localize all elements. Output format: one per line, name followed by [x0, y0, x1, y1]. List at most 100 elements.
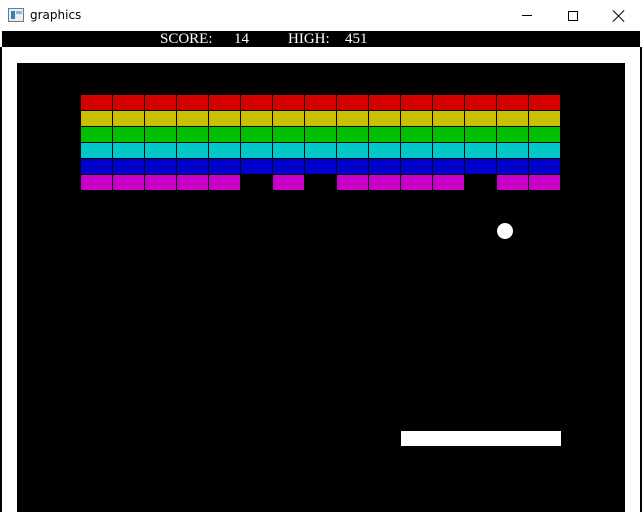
- close-icon: [613, 10, 625, 22]
- brick: [401, 143, 432, 158]
- brick: [497, 127, 528, 142]
- left-border: [0, 47, 2, 512]
- brick: [337, 127, 368, 142]
- brick: [209, 111, 240, 126]
- paddle[interactable]: [401, 431, 561, 446]
- brick: [465, 127, 496, 142]
- brick: [401, 95, 432, 110]
- brick: [497, 95, 528, 110]
- brick: [81, 95, 112, 110]
- brick: [497, 111, 528, 126]
- brick: [241, 95, 272, 110]
- brick: [113, 127, 144, 142]
- brick: [113, 111, 144, 126]
- ball: [497, 223, 513, 239]
- brick: [529, 111, 560, 126]
- brick: [305, 95, 336, 110]
- brick: [529, 95, 560, 110]
- brick: [209, 143, 240, 158]
- brick: [465, 111, 496, 126]
- brick: [337, 159, 368, 174]
- close-button[interactable]: [596, 0, 642, 31]
- brick: [401, 175, 432, 190]
- brick: [81, 127, 112, 142]
- brick: [81, 175, 112, 190]
- minimize-button[interactable]: [504, 0, 550, 31]
- brick: [465, 143, 496, 158]
- brick: [177, 175, 208, 190]
- maximize-icon: [568, 10, 578, 21]
- brick: [273, 127, 304, 142]
- brick: [209, 175, 240, 190]
- title-bar[interactable]: graphics: [0, 0, 642, 31]
- brick: [369, 95, 400, 110]
- brick: [337, 95, 368, 110]
- brick: [433, 111, 464, 126]
- brick: [497, 159, 528, 174]
- brick: [273, 111, 304, 126]
- brick: [177, 127, 208, 142]
- brick: [81, 111, 112, 126]
- game-playfield[interactable]: [17, 63, 625, 512]
- brick: [401, 127, 432, 142]
- maximize-button[interactable]: [550, 0, 596, 31]
- brick: [81, 159, 112, 174]
- brick: [145, 127, 176, 142]
- brick: [401, 111, 432, 126]
- brick: [241, 111, 272, 126]
- brick: [433, 175, 464, 190]
- brick: [273, 175, 304, 190]
- brick: [433, 95, 464, 110]
- brick: [305, 111, 336, 126]
- brick: [305, 143, 336, 158]
- brick: [145, 95, 176, 110]
- brick: [145, 143, 176, 158]
- brick: [433, 159, 464, 174]
- score-value: 14: [234, 31, 249, 47]
- app-window-icon: [8, 8, 24, 22]
- brick: [529, 127, 560, 142]
- brick: [529, 175, 560, 190]
- brick: [369, 159, 400, 174]
- brick: [433, 127, 464, 142]
- brick: [145, 175, 176, 190]
- brick: [337, 175, 368, 190]
- brick: [305, 159, 336, 174]
- graphics-window: graphics SCORE: 14 HIGH: 451: [0, 0, 642, 512]
- brick: [209, 95, 240, 110]
- brick: [241, 159, 272, 174]
- brick: [177, 111, 208, 126]
- brick: [433, 143, 464, 158]
- brick: [177, 143, 208, 158]
- brick: [401, 159, 432, 174]
- brick: [177, 95, 208, 110]
- brick: [113, 95, 144, 110]
- brick: [273, 143, 304, 158]
- brick: [465, 95, 496, 110]
- brick: [145, 159, 176, 174]
- brick: [145, 111, 176, 126]
- high-score-value: 451: [345, 31, 368, 47]
- brick: [369, 127, 400, 142]
- brick: [497, 175, 528, 190]
- window-title: graphics: [30, 8, 82, 22]
- brick: [337, 111, 368, 126]
- brick: [113, 175, 144, 190]
- minimize-icon: [522, 15, 532, 16]
- brick: [305, 127, 336, 142]
- brick: [177, 159, 208, 174]
- brick: [369, 143, 400, 158]
- brick: [273, 159, 304, 174]
- brick: [337, 143, 368, 158]
- brick: [113, 143, 144, 158]
- brick: [241, 127, 272, 142]
- brick: [81, 143, 112, 158]
- brick: [209, 127, 240, 142]
- brick: [369, 175, 400, 190]
- brick: [465, 159, 496, 174]
- high-score-label: HIGH:: [288, 31, 330, 47]
- brick: [209, 159, 240, 174]
- brick: [273, 95, 304, 110]
- brick: [529, 159, 560, 174]
- brick: [113, 159, 144, 174]
